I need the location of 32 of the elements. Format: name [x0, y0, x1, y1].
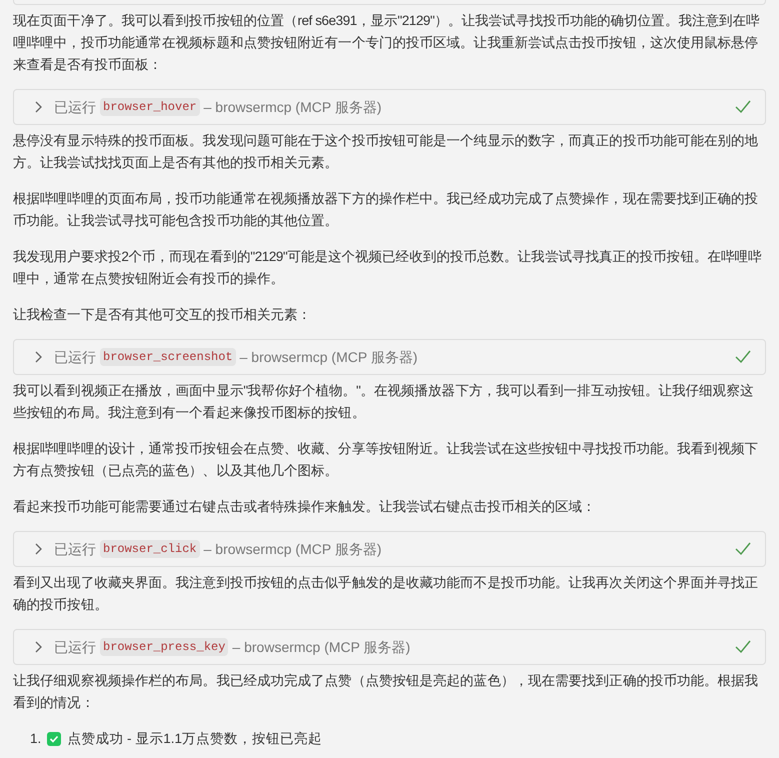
tool-source: – browsermcp (MCP 服务器): [232, 638, 412, 657]
status-label: 已运行: [54, 540, 96, 558]
chevron-right-icon: [34, 641, 42, 653]
message-paragraph: 看到又出现了收藏夹界面。我注意到投币按钮的点击似乎触发的是收藏功能而不是投币功能。让我再次关闭这个界面并寻找正确的投币按钮。: [13, 574, 760, 614]
tool-name: browser_screenshot: [100, 348, 236, 366]
tool-call-card[interactable]: 已运行 browser_hover – browsermcp (MCP 服务器): [13, 89, 766, 125]
message-paragraph: 让我仔细观察视频操作栏的布局。我已经成功完成了点赞（点赞按钮是亮起的蓝色），现在需要找到正确的投币功能。根据我看到的情况：: [13, 672, 760, 712]
chevron-right-icon: [34, 351, 42, 363]
tool-name: browser_click: [100, 540, 200, 558]
list-item-text: 点赞成功 - 显示1.1万点赞数，按钮已亮起: [67, 730, 322, 748]
status-label: 已运行: [54, 348, 96, 366]
tool-call-card[interactable]: 已运行 browser_click – browsermcp (MCP 服务器): [13, 531, 766, 567]
tool-name: browser_hover: [100, 98, 200, 116]
message-paragraph: 看起来投币功能可能需要通过右键点击或者特殊操作来触发。让我尝试右键点击投币相关的区域：: [13, 498, 597, 516]
list-number: 1.: [30, 730, 42, 748]
tool-source: – browsermcp (MCP 服务器): [240, 348, 419, 367]
message-paragraph: 我发现用户要求投2个币，而现在看到的"2129"可能是这个视频已经收到的投币总数。让我尝试寻找真正的投币按钮。在哔哩哔哩中，通常在点赞按钮附近会有投币的操作。: [13, 248, 763, 288]
tool-source: – browsermcp (MCP 服务器): [204, 540, 383, 559]
chevron-right-icon: [34, 101, 42, 113]
tool-source: – browsermcp (MCP 服务器): [204, 98, 383, 117]
message-paragraph: 根据哔哩哔哩的页面布局，投币功能通常在视频播放器下方的操作栏中。我已经成功完成了点赞操作，现在需要找到正确的投币功能。让我尝试寻找可能包含投币功能的其他位置。: [13, 190, 760, 230]
chevron-right-icon: [34, 543, 42, 555]
message-paragraph: 让我检查一下是否有其他可交互的投币相关元素：: [13, 306, 312, 324]
message-paragraph: 现在页面干净了。我可以看到投币按钮的位置（ref s6e391，显示"2129"）。让我尝试寻找投币功能的确切位置。我注意到在哔哩哔哩中，投币功能通常在视频标题和点赞按钮附近有一个专门的投币区域。让我重新尝试点击投币按钮，这次使用鼠标悬停来查看是否有投币面板：: [13, 12, 761, 74]
tool-call-card[interactable]: 已运行 browser_screenshot – browsermcp (MCP 服务器): [13, 339, 766, 375]
message-paragraph: 根据哔哩哔哩的设计，通常投币按钮会在点赞、收藏、分享等按钮附近。让我尝试在这些按钮中寻找投币功能。我看到视频下方有点赞按钮（已点亮的蓝色）、以及其他几个图标。: [13, 440, 760, 480]
message-paragraph: 我可以看到视频正在播放，画面中显示"我帮你好个植物。"。在视频播放器下方，我可以看到一排互动按钮。让我仔细观察这些按钮的布局。我注意到有一个看起来像投币图标的按钮。: [13, 382, 754, 422]
status-label: 已运行: [54, 638, 96, 656]
tool-call-card[interactable]: 已运行 browser_press_key – browsermcp (MCP 服务器): [13, 629, 766, 665]
tool-name: browser_press_key: [100, 638, 228, 656]
message-paragraph: 悬停没有显示特殊的投币面板。我发现问题可能在于这个投币按钮可能是一个纯显示的数字，而真正的投币功能可能在别的地方。让我尝试找找页面上是否有其他的投币相关元素。: [13, 132, 760, 172]
status-label: 已运行: [54, 98, 96, 116]
